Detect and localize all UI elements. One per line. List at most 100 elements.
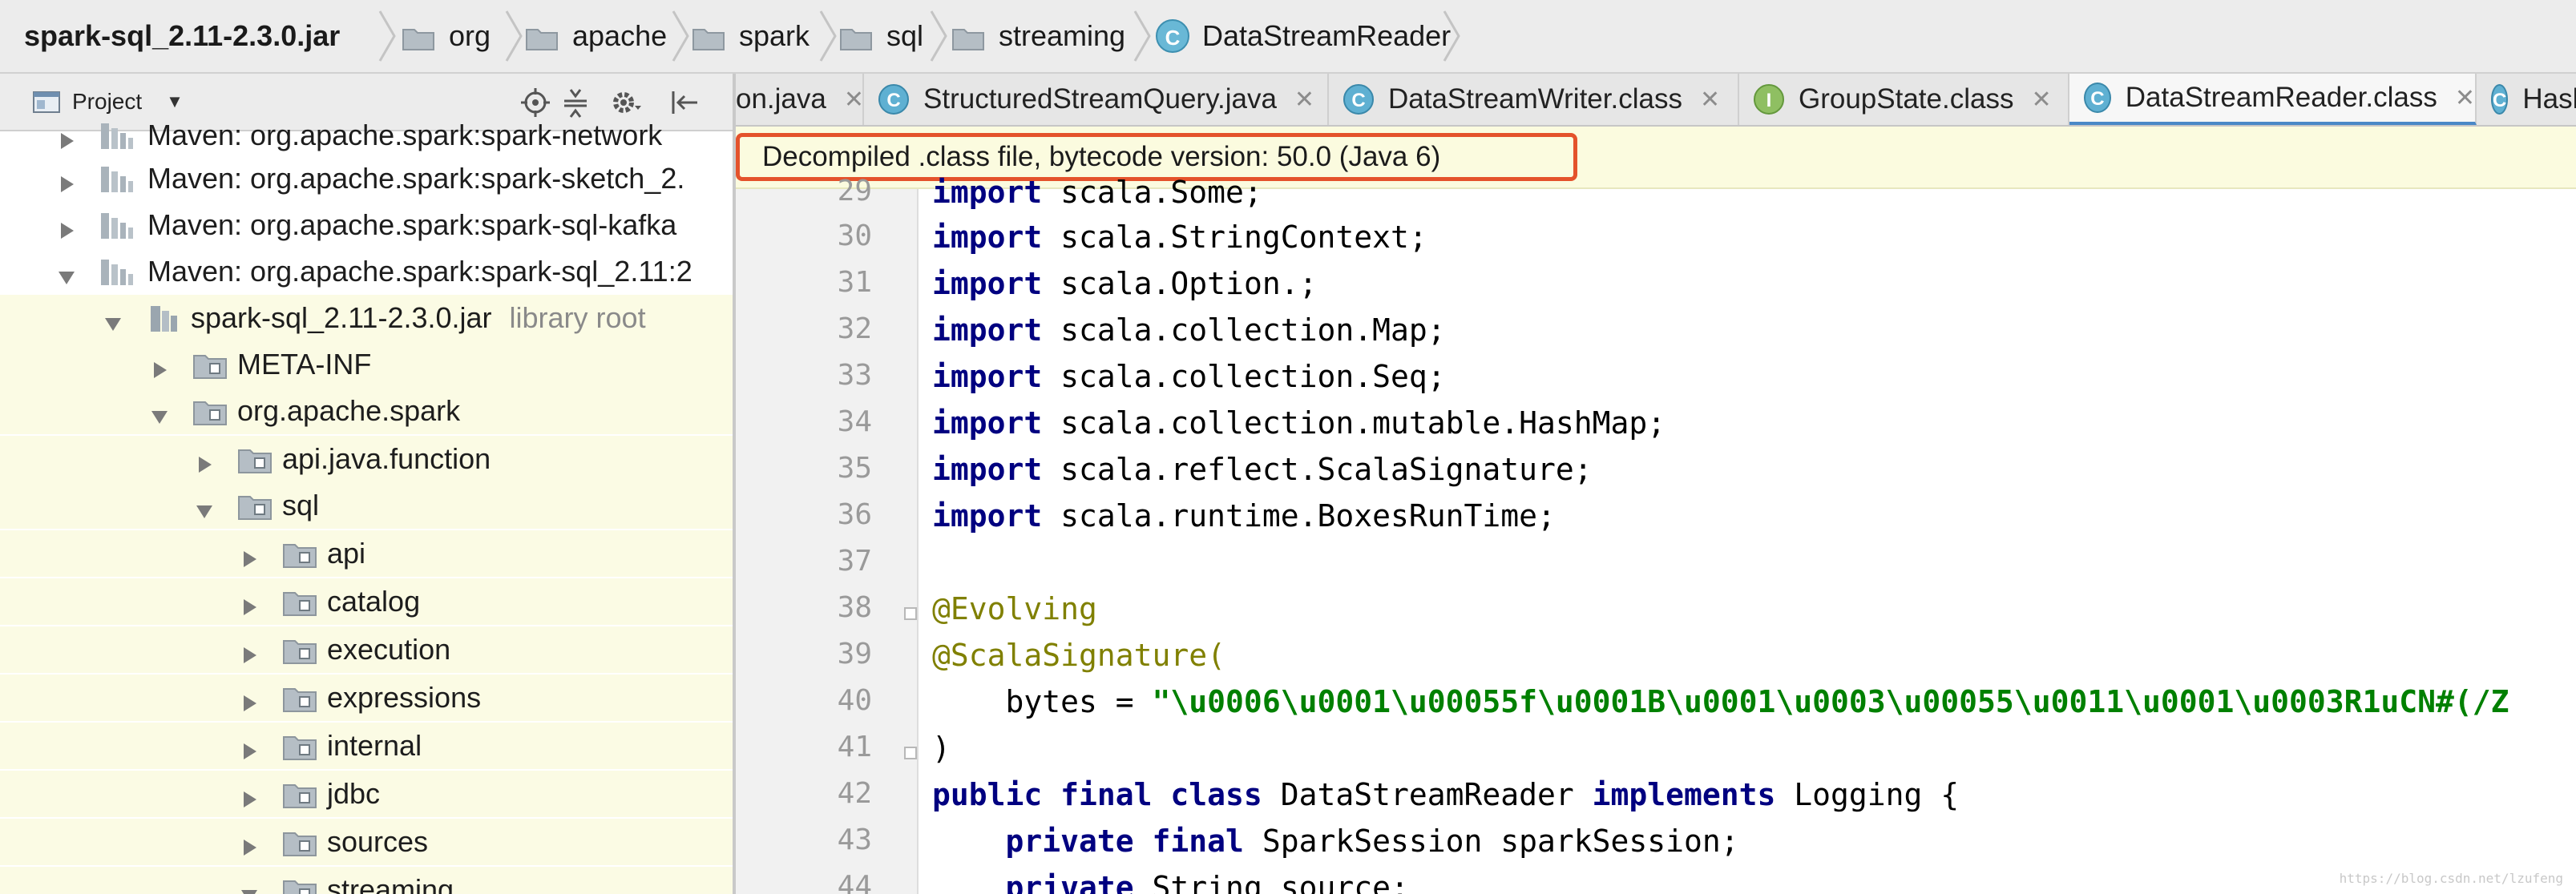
close-icon[interactable]: ✕ bbox=[844, 86, 864, 114]
editor-tabs: on.java ✕ C StructuredStreamQuery.java ✕… bbox=[736, 74, 2576, 127]
breadcrumb-spark[interactable]: spark bbox=[692, 0, 810, 72]
breadcrumb-jar[interactable]: spark-sql_2.11-2.3.0.jar bbox=[24, 0, 340, 72]
tree-item-label: org.apache.spark bbox=[237, 394, 461, 427]
line-number-gutter[interactable]: 29 30 31 32 33 34 35 36 37 38 39 40 41 4… bbox=[736, 175, 919, 894]
package-folder-icon bbox=[282, 828, 317, 857]
expand-arrow-icon[interactable] bbox=[194, 449, 215, 473]
tree-item-internal[interactable]: internal bbox=[0, 723, 733, 769]
close-icon[interactable]: ✕ bbox=[2031, 86, 2051, 114]
expand-arrow-icon[interactable] bbox=[239, 591, 260, 615]
tree-item-api[interactable]: api bbox=[0, 530, 733, 577]
code-line[interactable]: public final class DataStreamReader impl… bbox=[932, 777, 1959, 812]
tree-item-expressions[interactable]: expressions bbox=[0, 675, 733, 721]
expand-arrow-icon[interactable] bbox=[239, 783, 260, 807]
expand-arrow-icon[interactable] bbox=[56, 168, 77, 192]
library-icon bbox=[99, 211, 135, 240]
collapse-arrow-icon[interactable] bbox=[56, 261, 77, 284]
tree-item-spark-sql-kafka[interactable]: Maven: org.apache.spark:spark-sql-kafka bbox=[0, 202, 733, 248]
code-line[interactable]: import scala.runtime.BoxesRunTime; bbox=[932, 498, 1556, 534]
breadcrumb-sql[interactable]: sql bbox=[840, 0, 923, 72]
navigation-bar: spark-sql_2.11-2.3.0.jar org apache spar… bbox=[0, 0, 2576, 74]
project-tool-window: Project ▼ Maven: org.apache.spark:spark-… bbox=[0, 74, 733, 894]
close-icon[interactable]: ✕ bbox=[1700, 86, 1720, 114]
tab-hash-partial[interactable]: C Hash bbox=[2477, 74, 2576, 125]
code-line[interactable]: bytes = "\u0006\u0001\u00055f\u0001B\u00… bbox=[932, 684, 2509, 719]
folder-icon bbox=[952, 24, 984, 50]
collapse-arrow-icon[interactable] bbox=[149, 401, 170, 424]
tree-item-label: sources bbox=[327, 825, 429, 858]
breadcrumb-streaming[interactable]: streaming bbox=[952, 0, 1125, 72]
breadcrumb-apache[interactable]: apache bbox=[526, 0, 667, 72]
line-number: 39 bbox=[837, 638, 872, 670]
code-line[interactable]: @ScalaSignature( bbox=[932, 638, 1225, 673]
tree-item-label: Maven: org.apache.spark:spark-sql_2.11:2 bbox=[147, 255, 692, 288]
tab-structured-stream-query[interactable]: C StructuredStreamQuery.java ✕ bbox=[864, 74, 1329, 125]
tree-item-sources[interactable]: sources bbox=[0, 819, 733, 865]
tab-data-stream-writer[interactable]: C DataStreamWriter.class ✕ bbox=[1329, 74, 1739, 125]
tree-item-execution[interactable]: execution bbox=[0, 626, 733, 673]
expand-arrow-icon[interactable] bbox=[149, 354, 170, 378]
tree-item-label: catalog bbox=[327, 585, 421, 618]
code-line[interactable]: import scala.collection.Map; bbox=[932, 312, 1446, 348]
tree-item-spark-sql[interactable]: Maven: org.apache.spark:spark-sql_2.11:2 bbox=[0, 248, 733, 295]
code-line[interactable]: import scala.Some; bbox=[932, 175, 1262, 210]
tree-item-spark-sketch[interactable]: Maven: org.apache.spark:spark-sketch_2. bbox=[0, 155, 733, 202]
line-number: 44 bbox=[837, 870, 872, 894]
breadcrumb-org[interactable]: org bbox=[402, 0, 491, 72]
class-icon: C bbox=[1156, 19, 1189, 53]
package-folder-icon bbox=[282, 684, 317, 713]
close-icon[interactable]: ✕ bbox=[2455, 84, 2475, 112]
expand-arrow-icon[interactable] bbox=[56, 215, 77, 239]
chevron-right-icon bbox=[818, 8, 838, 64]
breadcrumb-class[interactable]: C DataStreamReader bbox=[1156, 0, 1451, 72]
package-folder-icon bbox=[282, 876, 317, 894]
expand-arrow-icon[interactable] bbox=[239, 639, 260, 663]
class-icon: C bbox=[878, 84, 909, 115]
expand-arrow-icon[interactable] bbox=[239, 543, 260, 567]
fold-marker-icon[interactable] bbox=[904, 607, 917, 620]
tree-item-label: api.java.function bbox=[282, 442, 491, 475]
line-number: 36 bbox=[837, 498, 872, 531]
tab-data-stream-reader[interactable]: C DataStreamReader.class ✕ bbox=[2069, 74, 2477, 125]
tree-item-jar[interactable]: spark-sql_2.11-2.3.0.jar library root bbox=[0, 295, 733, 341]
tree-item-api-java-function[interactable]: api.java.function bbox=[0, 436, 733, 482]
code-line[interactable]: private final SparkSession sparkSession; bbox=[932, 824, 1739, 859]
tab-partial-java[interactable]: on.java ✕ bbox=[736, 74, 864, 125]
line-number: 33 bbox=[837, 359, 872, 392]
tree-item-label: META-INF bbox=[237, 348, 372, 381]
tree-item-streaming[interactable]: streaming bbox=[0, 867, 733, 894]
watermark: https://blog.csdn.net/lzufeng bbox=[2339, 871, 2563, 886]
folder-icon bbox=[526, 24, 558, 50]
tree-item-label: execution bbox=[327, 633, 451, 666]
code-line[interactable]: ) bbox=[932, 731, 951, 766]
tree-item-sql[interactable]: sql bbox=[0, 482, 733, 529]
code-line[interactable]: import scala.collection.Seq; bbox=[932, 359, 1446, 394]
code-line[interactable]: import scala.Option.; bbox=[932, 266, 1317, 301]
collapse-arrow-icon[interactable] bbox=[103, 308, 123, 331]
tree-item-meta-inf[interactable]: META-INF bbox=[0, 341, 733, 388]
chevron-right-icon bbox=[670, 8, 691, 64]
tree-item-jdbc[interactable]: jdbc bbox=[0, 771, 733, 817]
library-icon bbox=[99, 165, 135, 194]
code-line[interactable]: private String source; bbox=[932, 870, 1409, 894]
collapse-arrow-icon[interactable] bbox=[239, 880, 260, 894]
tab-group-state[interactable]: I GroupState.class ✕ bbox=[1739, 74, 2069, 125]
code-line[interactable]: import scala.collection.mutable.HashMap; bbox=[932, 405, 1666, 441]
code-line[interactable]: @Evolving bbox=[932, 591, 1097, 626]
collapse-arrow-icon[interactable] bbox=[194, 495, 215, 518]
fold-marker-icon[interactable] bbox=[904, 747, 917, 759]
expand-arrow-icon[interactable] bbox=[239, 832, 260, 856]
expand-arrow-icon[interactable] bbox=[239, 735, 260, 759]
tree-item-org-apache-spark[interactable]: org.apache.spark bbox=[0, 388, 733, 434]
class-icon: C bbox=[2491, 84, 2509, 115]
tree-item-catalog[interactable]: catalog bbox=[0, 578, 733, 625]
expand-arrow-icon[interactable] bbox=[56, 125, 77, 149]
tree-item-label: api bbox=[327, 537, 366, 570]
close-icon[interactable]: ✕ bbox=[1294, 86, 1314, 114]
tree-item-spark-network[interactable]: Maven: org.apache.spark:spark-network bbox=[0, 112, 733, 159]
code-line[interactable]: import scala.StringContext; bbox=[932, 219, 1427, 255]
code-line[interactable]: import scala.reflect.ScalaSignature; bbox=[932, 452, 1593, 487]
package-folder-icon bbox=[282, 732, 317, 761]
chevron-right-icon bbox=[377, 8, 398, 64]
expand-arrow-icon[interactable] bbox=[239, 687, 260, 711]
